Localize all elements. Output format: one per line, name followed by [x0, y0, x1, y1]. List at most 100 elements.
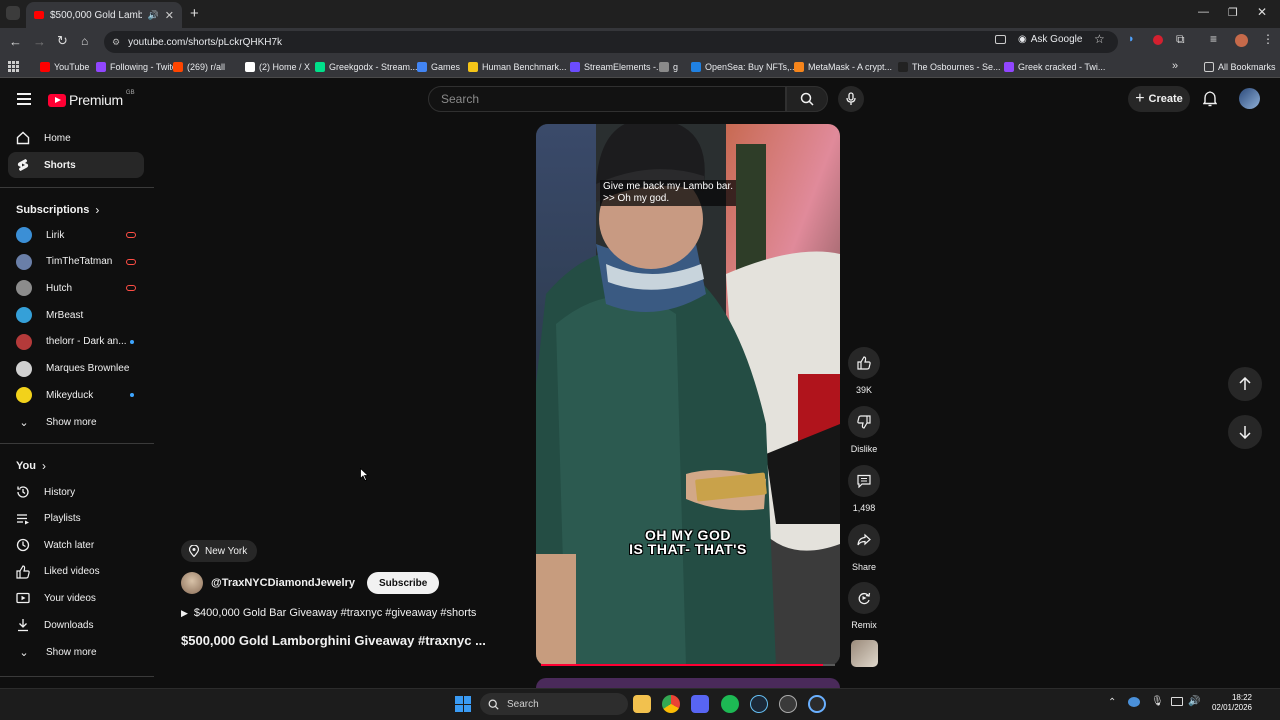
display-icon[interactable] [1171, 697, 1183, 706]
sidebar-item-home[interactable]: Home [8, 125, 144, 151]
file-explorer-icon[interactable] [633, 695, 651, 713]
next-short-button[interactable] [1228, 415, 1262, 449]
bookmark-star-icon[interactable]: ☆ [1094, 32, 1105, 46]
remix-button[interactable]: Remix [844, 582, 884, 630]
video-progress-bar[interactable] [541, 664, 835, 666]
comments-button[interactable]: 1,498 [844, 465, 884, 513]
channel-avatar[interactable] [181, 572, 203, 594]
bookmark-item[interactable]: Games [417, 60, 460, 74]
taskbar-search[interactable]: Search [480, 693, 628, 715]
microphone-tray-icon[interactable]: 🎙 [1151, 696, 1164, 707]
sidebar-subscription[interactable]: Marques Brownlee [8, 356, 144, 382]
you-heading[interactable]: You › [16, 459, 46, 473]
location-chip[interactable]: New York [181, 540, 258, 562]
create-button[interactable]: + Create [1128, 86, 1190, 112]
dislike-button[interactable]: Dislike [844, 406, 884, 454]
tray-overflow-icon[interactable]: ⌃ [1108, 697, 1116, 708]
sidebar-item-shorts[interactable]: Shorts [8, 152, 144, 178]
bookmark-item[interactable]: OpenSea: Buy NFTs,... [691, 60, 797, 74]
app-icon[interactable] [779, 695, 797, 713]
tab-audio-icon[interactable]: 🔊 [148, 10, 159, 21]
share-icon [857, 533, 871, 546]
home-icon[interactable]: ⌂ [81, 34, 88, 48]
bookmark-item[interactable]: MetaMask - A crypt... [794, 60, 892, 74]
like-button[interactable]: 39K [844, 347, 884, 395]
sidebar-subscription[interactable]: TimTheTatman [8, 249, 144, 275]
active-tab[interactable]: $500,000 Gold Lamborghin 🔊 ✕ [26, 2, 182, 28]
bookmark-favicon-icon [245, 62, 255, 72]
chrome-icon[interactable] [662, 695, 680, 713]
sidebar-item-downloads[interactable]: Downloads [8, 612, 144, 638]
search-button[interactable] [786, 86, 828, 112]
steam-icon[interactable] [750, 695, 768, 713]
related-video-link[interactable]: ▶ $400,000 Gold Bar Giveaway #traxnyc #g… [181, 607, 476, 619]
sidebar-item-playlists[interactable]: Playlists [8, 506, 144, 532]
close-window-icon[interactable]: ✕ [1257, 5, 1267, 19]
restore-icon[interactable]: ❐ [1228, 6, 1238, 19]
subscriptions-heading[interactable]: Subscriptions › [16, 203, 99, 217]
show-more-subscriptions[interactable]: ⌄ Show more [8, 409, 144, 435]
sidebar-item-history[interactable]: History [8, 479, 144, 505]
sidebar-subscription[interactable]: MrBeast [8, 302, 144, 328]
reload-icon[interactable]: ↻ [57, 33, 68, 49]
notifications-bell-icon[interactable] [1203, 91, 1217, 107]
subscribe-button[interactable]: Subscribe [367, 572, 440, 594]
channel-avatar [16, 333, 32, 350]
previous-short-button[interactable] [1228, 367, 1262, 401]
bookmark-item[interactable]: Greekgodx - Stream... [315, 60, 418, 74]
video-title[interactable]: $500,000 Gold Lamborghini Giveaway #trax… [181, 633, 486, 648]
extensions-puzzle-icon[interactable]: ⧉ [1176, 32, 1185, 47]
channel-name[interactable]: @TraxNYCDiamondJewelry [211, 577, 355, 589]
all-bookmarks[interactable]: All Bookmarks [1204, 60, 1276, 74]
sidebar-subscription[interactable]: Mikeyduck [8, 382, 144, 408]
tab-search-button[interactable] [6, 6, 20, 20]
address-bar[interactable]: ⚙ youtube.com/shorts/pLckrQHKH7k [104, 31, 1118, 53]
bookmark-item[interactable]: Human Benchmark... [468, 60, 567, 74]
system-clock[interactable]: 18:22 02/01/2026 [1204, 693, 1252, 713]
bookmark-item[interactable]: (2) Home / X [245, 60, 310, 74]
youtube-premium-logo[interactable]: Premium GB [48, 90, 135, 108]
site-info-icon[interactable]: ⚙ [112, 37, 120, 48]
sidebar-subscription[interactable]: Hutch [8, 275, 144, 301]
bookmark-item[interactable]: g [659, 60, 678, 74]
sidebar-subscription[interactable]: Lirik [8, 222, 144, 248]
share-button[interactable]: Share [844, 524, 884, 572]
bookmark-item[interactable]: Following - Twitch [96, 60, 181, 74]
extension-audio-icon[interactable]: ◗ [1128, 33, 1135, 45]
sound-thumbnail[interactable] [851, 640, 878, 667]
bookmark-item[interactable]: Greek cracked - Twi... [1004, 60, 1105, 74]
apps-grid-icon[interactable] [8, 61, 19, 72]
minimize-icon[interactable]: — [1198, 6, 1209, 18]
cast-icon[interactable] [995, 35, 1006, 44]
bookmark-item[interactable]: StreamElements -... [570, 60, 664, 74]
sidebar-item-watch-later[interactable]: Watch later [8, 532, 144, 558]
sidebar-item-liked-videos[interactable]: Liked videos [8, 559, 144, 585]
profile-avatar[interactable] [1235, 34, 1248, 47]
extension-record-icon[interactable] [1153, 35, 1163, 45]
bookmark-item[interactable]: The Osbournes - Se... [898, 60, 1001, 74]
bookmarks-overflow-icon[interactable]: » [1172, 60, 1178, 72]
show-more-you[interactable]: ⌄ Show more [8, 639, 144, 665]
account-avatar[interactable] [1239, 88, 1260, 109]
browser-menu-icon[interactable]: ⋮ [1262, 32, 1274, 46]
volume-icon[interactable]: 🔊 [1188, 696, 1200, 707]
bookmark-item[interactable]: (269) r/all [173, 60, 225, 74]
tab-close-icon[interactable]: ✕ [165, 9, 174, 22]
sidebar-subscription[interactable]: thelorr - Dark an... [8, 329, 144, 355]
app-icon[interactable] [808, 695, 826, 713]
onedrive-icon[interactable] [1128, 697, 1140, 707]
ask-google-button[interactable]: ◉ Ask Google [1018, 34, 1082, 45]
media-control-icon[interactable]: ≡ [1210, 32, 1217, 46]
new-tab-icon[interactable]: + [190, 5, 199, 22]
sidebar-item-your-videos[interactable]: Your videos [8, 585, 144, 611]
next-short-preview[interactable] [536, 678, 840, 688]
bookmark-item[interactable]: YouTube [40, 60, 89, 74]
voice-search-button[interactable] [838, 86, 864, 112]
windows-start-icon[interactable] [455, 696, 471, 712]
guide-menu-icon[interactable] [17, 93, 31, 105]
back-icon[interactable]: ← [9, 34, 22, 49]
spotify-icon[interactable] [721, 695, 739, 713]
forward-icon[interactable]: → [33, 34, 46, 49]
search-input[interactable]: Search [428, 86, 786, 112]
discord-icon[interactable] [691, 695, 709, 713]
